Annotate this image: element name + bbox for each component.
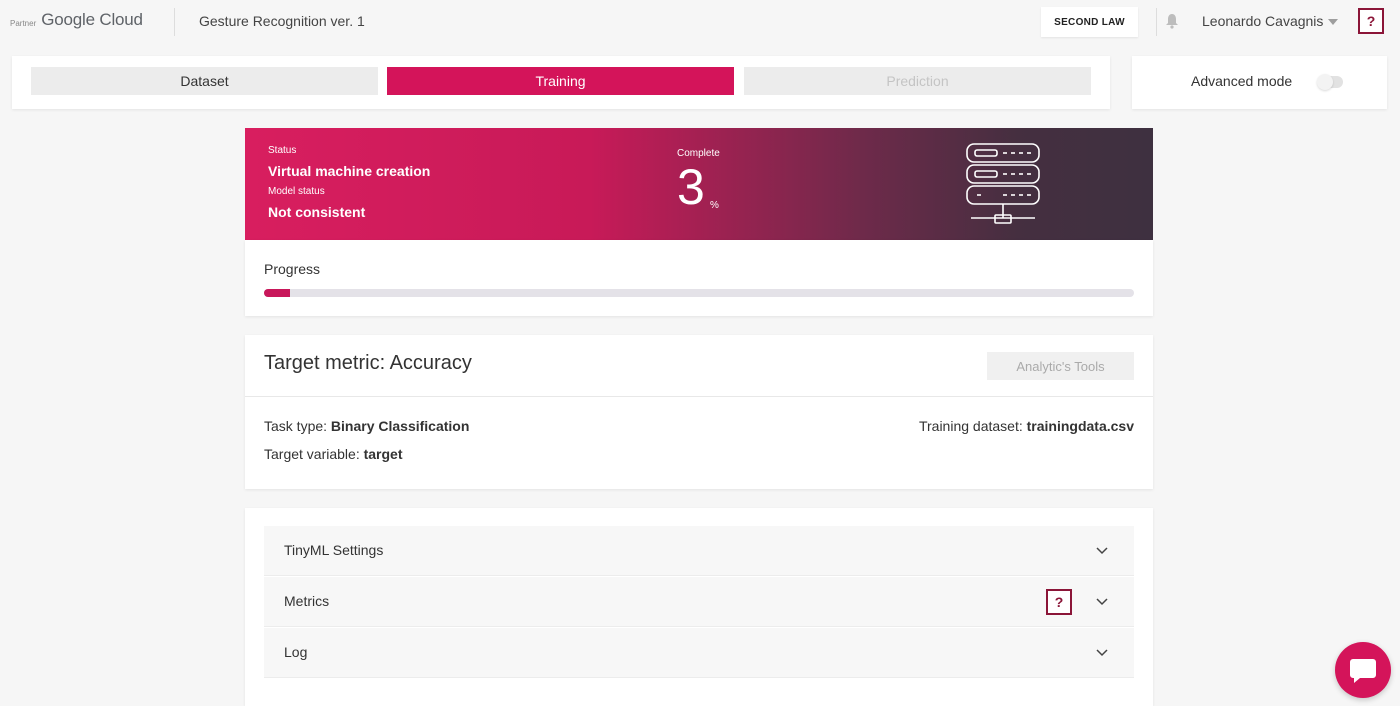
model-status-value: Not consistent <box>268 204 366 220</box>
chevron-down-icon[interactable] <box>1328 19 1338 25</box>
header-divider-right <box>1156 8 1157 36</box>
accordion-log[interactable]: Log <box>264 628 1134 678</box>
training-dataset-row: Training dataset: trainingdata.csv <box>919 418 1134 434</box>
advanced-mode-label: Advanced mode <box>1191 73 1293 89</box>
target-variable-label: Target variable: <box>264 446 360 462</box>
task-type-value: Binary Classification <box>330 418 470 434</box>
user-name[interactable]: Leonardo Cavagnis <box>1202 13 1323 29</box>
chat-button[interactable] <box>1335 642 1391 698</box>
target-variable-value: target <box>363 446 403 462</box>
top-header: Partner Google Cloud Gesture Recognition… <box>0 0 1400 46</box>
progress-card: Progress <box>245 240 1153 316</box>
status-value: Virtual machine creation <box>268 163 431 179</box>
accordion-label: TinyML Settings <box>284 542 384 558</box>
task-type-label: Task type: <box>264 418 328 434</box>
training-status-banner: Status Virtual machine creation Model st… <box>245 128 1153 240</box>
tab-training[interactable]: Training <box>387 67 734 95</box>
target-variable-row: Target variable: target <box>264 446 403 462</box>
chevron-down-icon[interactable] <box>1096 547 1108 555</box>
model-status-label: Model status <box>268 186 325 197</box>
chevron-down-icon[interactable] <box>1096 598 1108 606</box>
header-divider <box>174 8 175 36</box>
accordion-metrics[interactable]: Metrics ? <box>264 577 1134 627</box>
help-button[interactable]: ? <box>1358 8 1384 34</box>
toggle-knob <box>1317 74 1333 90</box>
complete-label: Complete <box>677 148 720 159</box>
project-title: Gesture Recognition ver. 1 <box>199 13 365 29</box>
advanced-mode-panel: Advanced mode <box>1132 56 1387 109</box>
training-dataset-value: trainingdata.csv <box>1026 418 1134 434</box>
server-icon <box>966 143 1040 224</box>
complete-unit: % <box>710 200 719 211</box>
tab-prediction[interactable]: Prediction <box>744 67 1091 95</box>
metrics-help-button[interactable]: ? <box>1046 589 1072 615</box>
brand-name: Google Cloud <box>41 10 143 29</box>
target-metric-card: Target metric: Accuracy Analytic's Tools… <box>245 335 1153 489</box>
brand-partner-text: Partner <box>10 18 37 28</box>
complete-value: 3 <box>677 159 705 215</box>
progress-bar-fill <box>264 289 291 297</box>
training-dataset-label: Training dataset: <box>918 418 1023 434</box>
progress-bar <box>264 289 1134 297</box>
accordion-label: Metrics <box>284 593 330 609</box>
status-label: Status <box>268 145 297 156</box>
analytics-tools-button[interactable]: Analytic's Tools <box>987 352 1134 380</box>
card-divider <box>245 396 1153 397</box>
progress-label: Progress <box>264 261 321 277</box>
accordion-label: Log <box>284 644 308 660</box>
target-metric-title: Target metric: Accuracy <box>264 352 472 374</box>
advanced-mode-toggle[interactable] <box>1317 74 1343 90</box>
training-sections-card: TinyML Settings Metrics ? Log <box>245 508 1153 706</box>
task-type-row: Task type: Binary Classification <box>264 418 469 434</box>
bell-icon[interactable] <box>1165 13 1179 29</box>
tab-dataset[interactable]: Dataset <box>31 67 378 95</box>
workflow-tabs: Dataset Training Prediction <box>12 56 1110 109</box>
accordion-tinyml-settings[interactable]: TinyML Settings <box>264 526 1134 576</box>
brand-logo[interactable]: Partner Google Cloud <box>10 10 143 30</box>
org-button[interactable]: SECOND LAW <box>1041 7 1138 37</box>
chat-bubble-icon <box>1350 659 1376 683</box>
chevron-down-icon[interactable] <box>1096 649 1108 657</box>
